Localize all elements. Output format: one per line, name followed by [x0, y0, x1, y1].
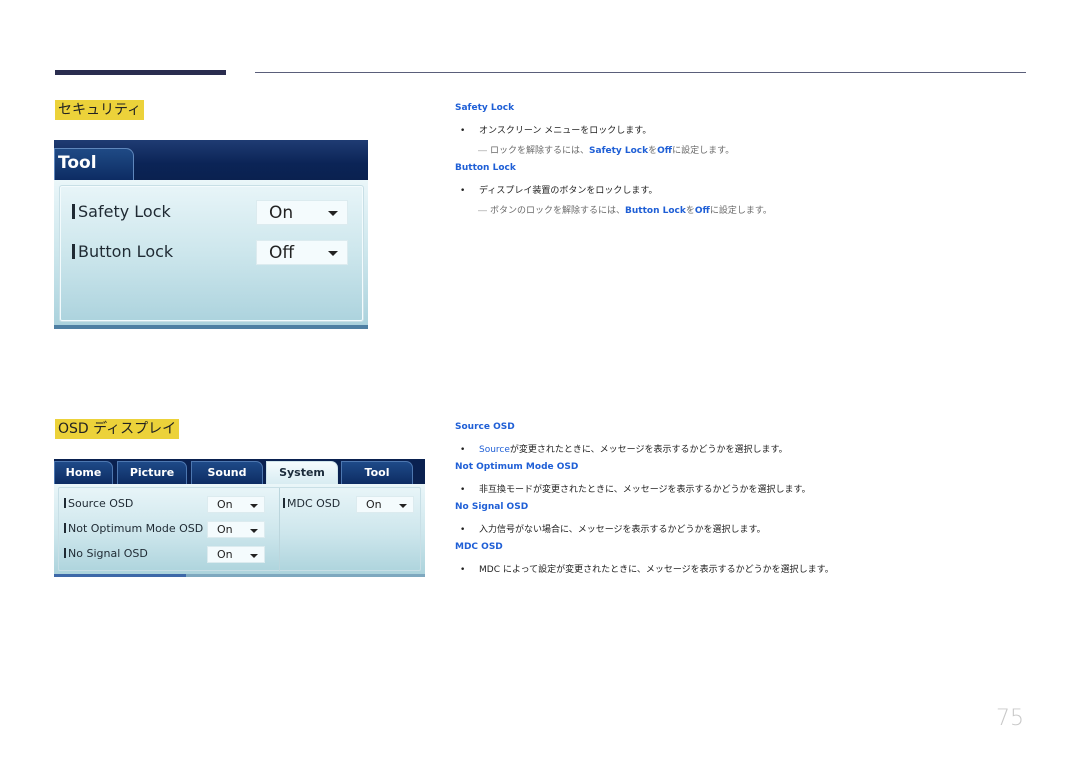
panel-header: Tool [54, 140, 368, 180]
chevron-down-icon [328, 251, 338, 256]
term-safety-lock: Safety Lock [455, 103, 515, 113]
term-not-optimum-mode-osd: Not Optimum Mode OSD [455, 462, 579, 472]
term-button-lock: Button Lock [455, 163, 516, 173]
bullet-not-optimum-mode-osd: • 非互換モードが変更されたときに、メッセージを表示するかどうかを選択します。 [455, 482, 811, 495]
tab-system[interactable]: System [266, 461, 338, 484]
bullet-safety-lock: • オンスクリーン メニューをロックします。 [455, 123, 651, 136]
panel-bottom-bar [54, 574, 186, 577]
tab-picture[interactable]: Picture [117, 461, 187, 484]
note-text: に設定します。 [709, 206, 772, 216]
bullet-text: が変更されたときに、メッセージを表示するかどうかを選択します。 [509, 445, 788, 455]
note-term: Button Lock [625, 206, 686, 216]
bullet-icon: • [460, 186, 466, 196]
dropdown-value: On [366, 498, 382, 511]
note-value: Off [657, 146, 673, 156]
panel-body: Source OSD On Not Optimum Mode OSD On No… [54, 484, 425, 574]
tab-tool[interactable]: Tool [341, 461, 413, 484]
not-optimum-mode-osd-dropdown[interactable]: On [207, 521, 265, 538]
bullet-no-signal-osd: • 入力信号がない場合に、メッセージを表示するかどうかを選択します。 [455, 522, 766, 535]
bullet-text: ディスプレイ装置のボタンをロックします。 [479, 186, 658, 196]
section-heading-osd: OSD ディスプレイ [55, 419, 180, 439]
tool-settings-panel: Tool Safety Lock On Button Lock Off [54, 140, 368, 329]
chevron-down-icon [250, 554, 258, 558]
button-lock-label: Button Lock [72, 242, 173, 261]
chevron-down-icon [328, 211, 338, 216]
dropdown-value: Off [269, 243, 295, 263]
term-mdc-osd: MDC OSD [455, 542, 503, 552]
panel-bottom-bar [54, 325, 368, 329]
bullet-icon: • [460, 525, 466, 535]
note-button-lock: ― ボタンのロックを解除するには、Button LockをOffに設定します。 [478, 203, 772, 216]
dropdown-value: On [217, 548, 233, 561]
note-dash-icon: ― [478, 146, 487, 156]
bullet-icon: • [460, 445, 466, 455]
source-osd-label: Source OSD [64, 497, 133, 510]
bullet-text: MDC によって設定が変更されたときに、メッセージを表示するかどうかを選択します… [479, 565, 834, 575]
mdc-osd-dropdown[interactable]: On [356, 496, 414, 513]
dropdown-value: On [217, 523, 233, 536]
osd-settings-panel: Home Picture Sound System Tool Source OS… [54, 459, 425, 577]
tab-sound[interactable]: Sound [191, 461, 263, 484]
not-optimum-mode-osd-label: Not Optimum Mode OSD [64, 522, 203, 535]
section-heading-security: セキュリティ [55, 100, 145, 120]
note-text: ロックを解除するには、 [490, 146, 590, 156]
bullet-icon: • [460, 485, 466, 495]
tab-home[interactable]: Home [54, 461, 113, 484]
chevron-down-icon [250, 529, 258, 533]
panel-bottom-bar [186, 574, 425, 577]
bullet-source-osd: • Sourceが変更されたときに、メッセージを表示するかどうかを選択します。 [455, 442, 788, 455]
button-lock-dropdown[interactable]: Off [256, 240, 348, 265]
bullet-icon: • [460, 565, 466, 575]
panel-body: Safety Lock On Button Lock Off [54, 180, 368, 329]
note-text: ボタンのロックを解除するには、 [490, 206, 626, 216]
term-no-signal-osd: No Signal OSD [455, 502, 529, 512]
no-signal-osd-dropdown[interactable]: On [207, 546, 265, 563]
term-source-osd: Source OSD [455, 422, 515, 432]
source-osd-dropdown[interactable]: On [207, 496, 265, 513]
note-value: Off [694, 206, 710, 216]
bullet-text: オンスクリーン メニューをロックします。 [479, 126, 652, 136]
bullet-text: 非互換モードが変更されたときに、メッセージを表示するかどうかを選択します。 [479, 485, 811, 495]
tab-tool[interactable]: Tool [54, 148, 134, 180]
dropdown-value: On [269, 203, 294, 223]
note-text: に設定します。 [672, 146, 735, 156]
note-text: を [648, 146, 658, 156]
bullet-icon: • [460, 126, 466, 136]
dropdown-value: On [217, 498, 233, 511]
note-dash-icon: ― [478, 206, 487, 216]
mdc-osd-label: MDC OSD [283, 497, 340, 510]
safety-lock-dropdown[interactable]: On [256, 200, 348, 225]
page-number: 75 [996, 706, 1024, 731]
note-safety-lock: ― ロックを解除するには、Safety LockをOffに設定します。 [478, 143, 734, 156]
note-text: を [685, 206, 695, 216]
no-signal-osd-label: No Signal OSD [64, 547, 148, 560]
bullet-text: 入力信号がない場合に、メッセージを表示するかどうかを選択します。 [479, 525, 766, 535]
chevron-down-icon [399, 504, 407, 508]
header-rule-thick [55, 70, 226, 75]
bullet-button-lock: • ディスプレイ装置のボタンをロックします。 [455, 183, 657, 196]
panel-tab-bar: Home Picture Sound System Tool [54, 459, 425, 484]
bullet-term: Source [479, 445, 510, 455]
chevron-down-icon [250, 504, 258, 508]
safety-lock-label: Safety Lock [72, 202, 171, 221]
bullet-mdc-osd: • MDC によって設定が変更されたときに、メッセージを表示するかどうかを選択しま… [455, 562, 834, 575]
column-divider [279, 488, 280, 572]
note-term: Safety Lock [589, 146, 649, 156]
header-rule-thin [255, 72, 1026, 73]
